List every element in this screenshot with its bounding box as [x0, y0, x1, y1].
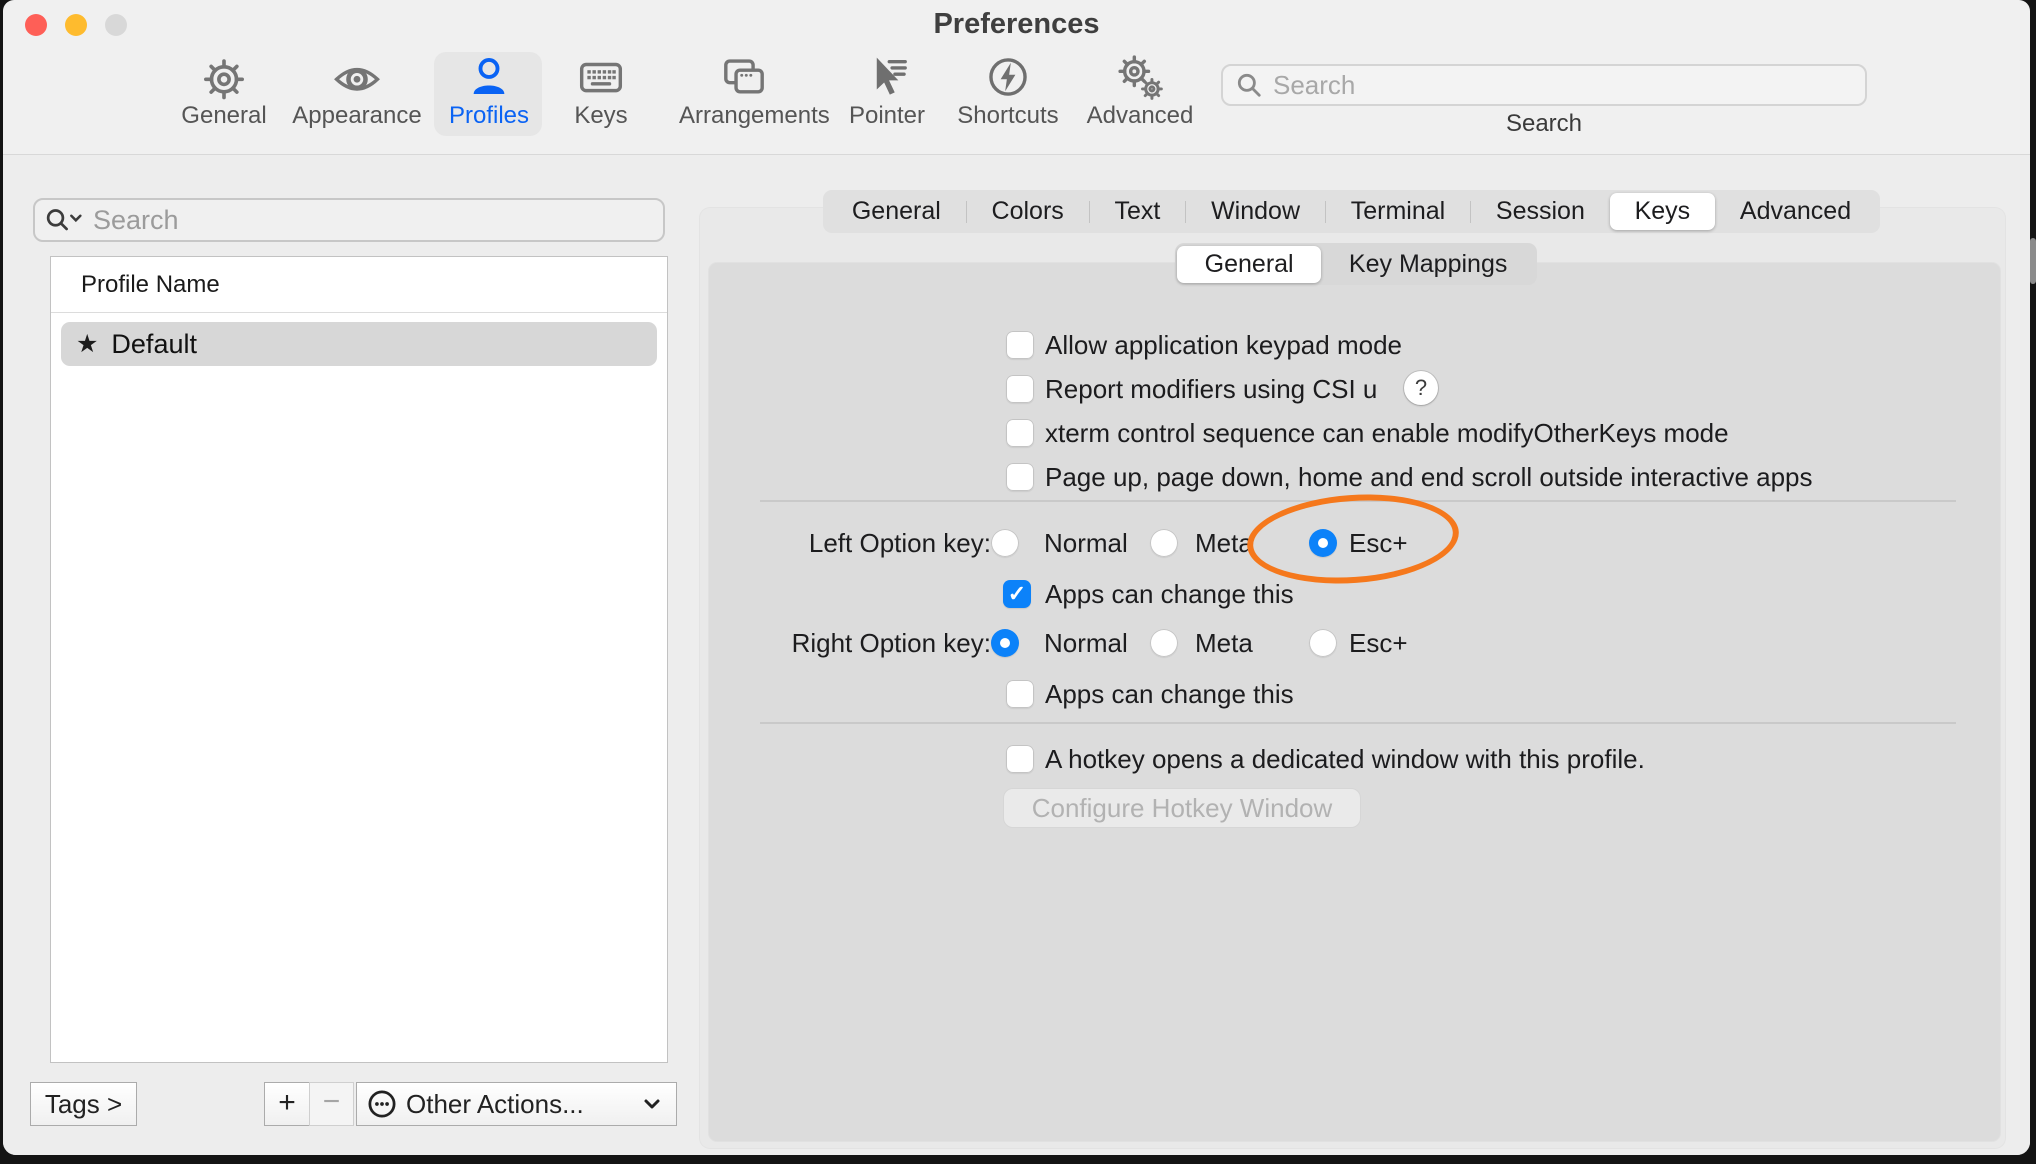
- gear-icon: [159, 48, 289, 100]
- profile-name: Default: [111, 329, 197, 360]
- toolbar-item-label: Profiles: [424, 102, 554, 130]
- tab-advanced[interactable]: Advanced: [1715, 193, 1876, 230]
- toolbar-search-label: Search: [1221, 110, 1867, 138]
- radio-left-normal[interactable]: [991, 529, 1019, 557]
- profile-list: Profile Name ★ Default: [50, 256, 668, 1063]
- subtab-key-mappings[interactable]: Key Mappings: [1321, 246, 1535, 283]
- checkbox-right-apps-can-change[interactable]: [1006, 680, 1034, 708]
- checkbox-label: Page up, page down, home and end scroll …: [1045, 461, 1813, 493]
- right-option-key-label: Right Option key:: [691, 627, 991, 659]
- profile-search-field[interactable]: [33, 198, 665, 242]
- checkbox-left-apps-can-change[interactable]: ✓: [1003, 580, 1031, 608]
- toolbar-item-label: Shortcuts: [943, 102, 1073, 130]
- checkbox-label: A hotkey opens a dedicated window with t…: [1045, 743, 1645, 775]
- toolbar-item-appearance[interactable]: Appearance: [292, 48, 422, 134]
- left-option-key-label: Left Option key:: [691, 527, 991, 559]
- toolbar-item-general[interactable]: General: [159, 48, 289, 134]
- toolbar-item-pointer[interactable]: Pointer: [822, 48, 952, 134]
- tab-keys[interactable]: Keys: [1610, 193, 1715, 230]
- scrollbar-thumb[interactable]: [2030, 238, 2036, 284]
- scoped-search-icon: [45, 206, 85, 234]
- checkbox-hotkey-window[interactable]: [1006, 745, 1034, 773]
- profile-tab-bar: General Colors Text Window Terminal Sess…: [823, 190, 1880, 233]
- checkbox-label: Report modifiers using CSI u: [1045, 373, 1377, 405]
- toolbar-search-input[interactable]: [1273, 70, 1853, 101]
- tab-colors[interactable]: Colors: [967, 193, 1089, 230]
- keyboard-icon: [536, 48, 666, 100]
- checkbox-modify-other-keys[interactable]: [1006, 419, 1034, 447]
- subtab-general[interactable]: General: [1177, 246, 1321, 283]
- radio-label: Normal: [1044, 527, 1128, 559]
- toolbar-item-advanced[interactable]: Advanced: [1075, 48, 1205, 134]
- search-icon: [1235, 71, 1263, 99]
- section-divider: [760, 722, 1956, 724]
- profile-search-input[interactable]: [93, 205, 653, 236]
- windows-icon: [679, 48, 809, 100]
- toolbar-item-arrangements[interactable]: Arrangements: [679, 48, 809, 134]
- radio-right-normal[interactable]: [991, 629, 1019, 657]
- radio-right-meta[interactable]: [1150, 629, 1178, 657]
- checkbox-label: Apps can change this: [1045, 678, 1294, 710]
- toolbar-item-label: Keys: [536, 102, 666, 130]
- chevron-down-icon: [642, 1097, 662, 1111]
- radio-label: Normal: [1044, 627, 1128, 659]
- radio-label: Meta: [1195, 627, 1253, 659]
- checkbox-csi-u[interactable]: [1006, 375, 1034, 403]
- ellipsis-circle-icon: [367, 1089, 397, 1119]
- tab-session[interactable]: Session: [1471, 193, 1610, 230]
- gears-icon: [1075, 48, 1205, 100]
- toolbar-item-label: Pointer: [822, 102, 952, 130]
- lightning-icon: [943, 48, 1073, 100]
- toolbar-item-shortcuts[interactable]: Shortcuts: [943, 48, 1073, 134]
- checkbox-keypad-mode[interactable]: [1006, 331, 1034, 359]
- toolbar-item-label: Arrangements: [679, 102, 809, 130]
- tab-window[interactable]: Window: [1186, 193, 1325, 230]
- configure-hotkey-window-button: Configure Hotkey Window: [1003, 788, 1361, 828]
- toolbar-item-label: General: [159, 102, 289, 130]
- tab-text[interactable]: Text: [1090, 193, 1186, 230]
- radio-label: Meta: [1195, 527, 1253, 559]
- preferences-window: Preferences General Appearance: [3, 0, 2030, 1155]
- tab-terminal[interactable]: Terminal: [1326, 193, 1470, 230]
- section-divider: [760, 500, 1956, 502]
- person-icon: [424, 48, 554, 100]
- radio-label: Esc+: [1349, 627, 1408, 659]
- radio-right-esc[interactable]: [1309, 629, 1337, 657]
- toolbar-item-label: Appearance: [292, 102, 422, 130]
- checkbox-label: Allow application keypad mode: [1045, 329, 1402, 361]
- checkbox-label: Apps can change this: [1045, 578, 1294, 610]
- remove-profile-button[interactable]: −: [309, 1082, 354, 1126]
- toolbar-search-field[interactable]: [1221, 64, 1867, 106]
- radio-left-esc[interactable]: [1309, 529, 1337, 557]
- checkbox-scroll-outside-apps[interactable]: [1006, 463, 1034, 491]
- star-icon: ★: [76, 329, 98, 359]
- tags-button[interactable]: Tags >: [30, 1082, 137, 1126]
- keys-subtab-bar: General Key Mappings: [1175, 243, 1537, 285]
- tab-general[interactable]: General: [827, 193, 966, 230]
- profile-row-default[interactable]: ★ Default: [61, 322, 657, 366]
- checkbox-label: xterm control sequence can enable modify…: [1045, 417, 1729, 449]
- profile-list-header: Profile Name: [51, 257, 667, 313]
- radio-label: Esc+: [1349, 527, 1408, 559]
- other-actions-label: Other Actions...: [406, 1089, 642, 1120]
- add-profile-button[interactable]: +: [264, 1082, 310, 1126]
- window-title: Preferences: [3, 8, 2030, 41]
- eye-icon: [292, 48, 422, 100]
- cursor-icon: [822, 48, 952, 100]
- radio-left-meta[interactable]: [1150, 529, 1178, 557]
- help-button[interactable]: ?: [1404, 371, 1438, 405]
- toolbar-item-keys[interactable]: Keys: [536, 48, 666, 134]
- toolbar-item-label: Advanced: [1075, 102, 1205, 130]
- toolbar-item-profiles[interactable]: Profiles: [424, 48, 554, 134]
- other-actions-dropdown[interactable]: Other Actions...: [356, 1082, 677, 1126]
